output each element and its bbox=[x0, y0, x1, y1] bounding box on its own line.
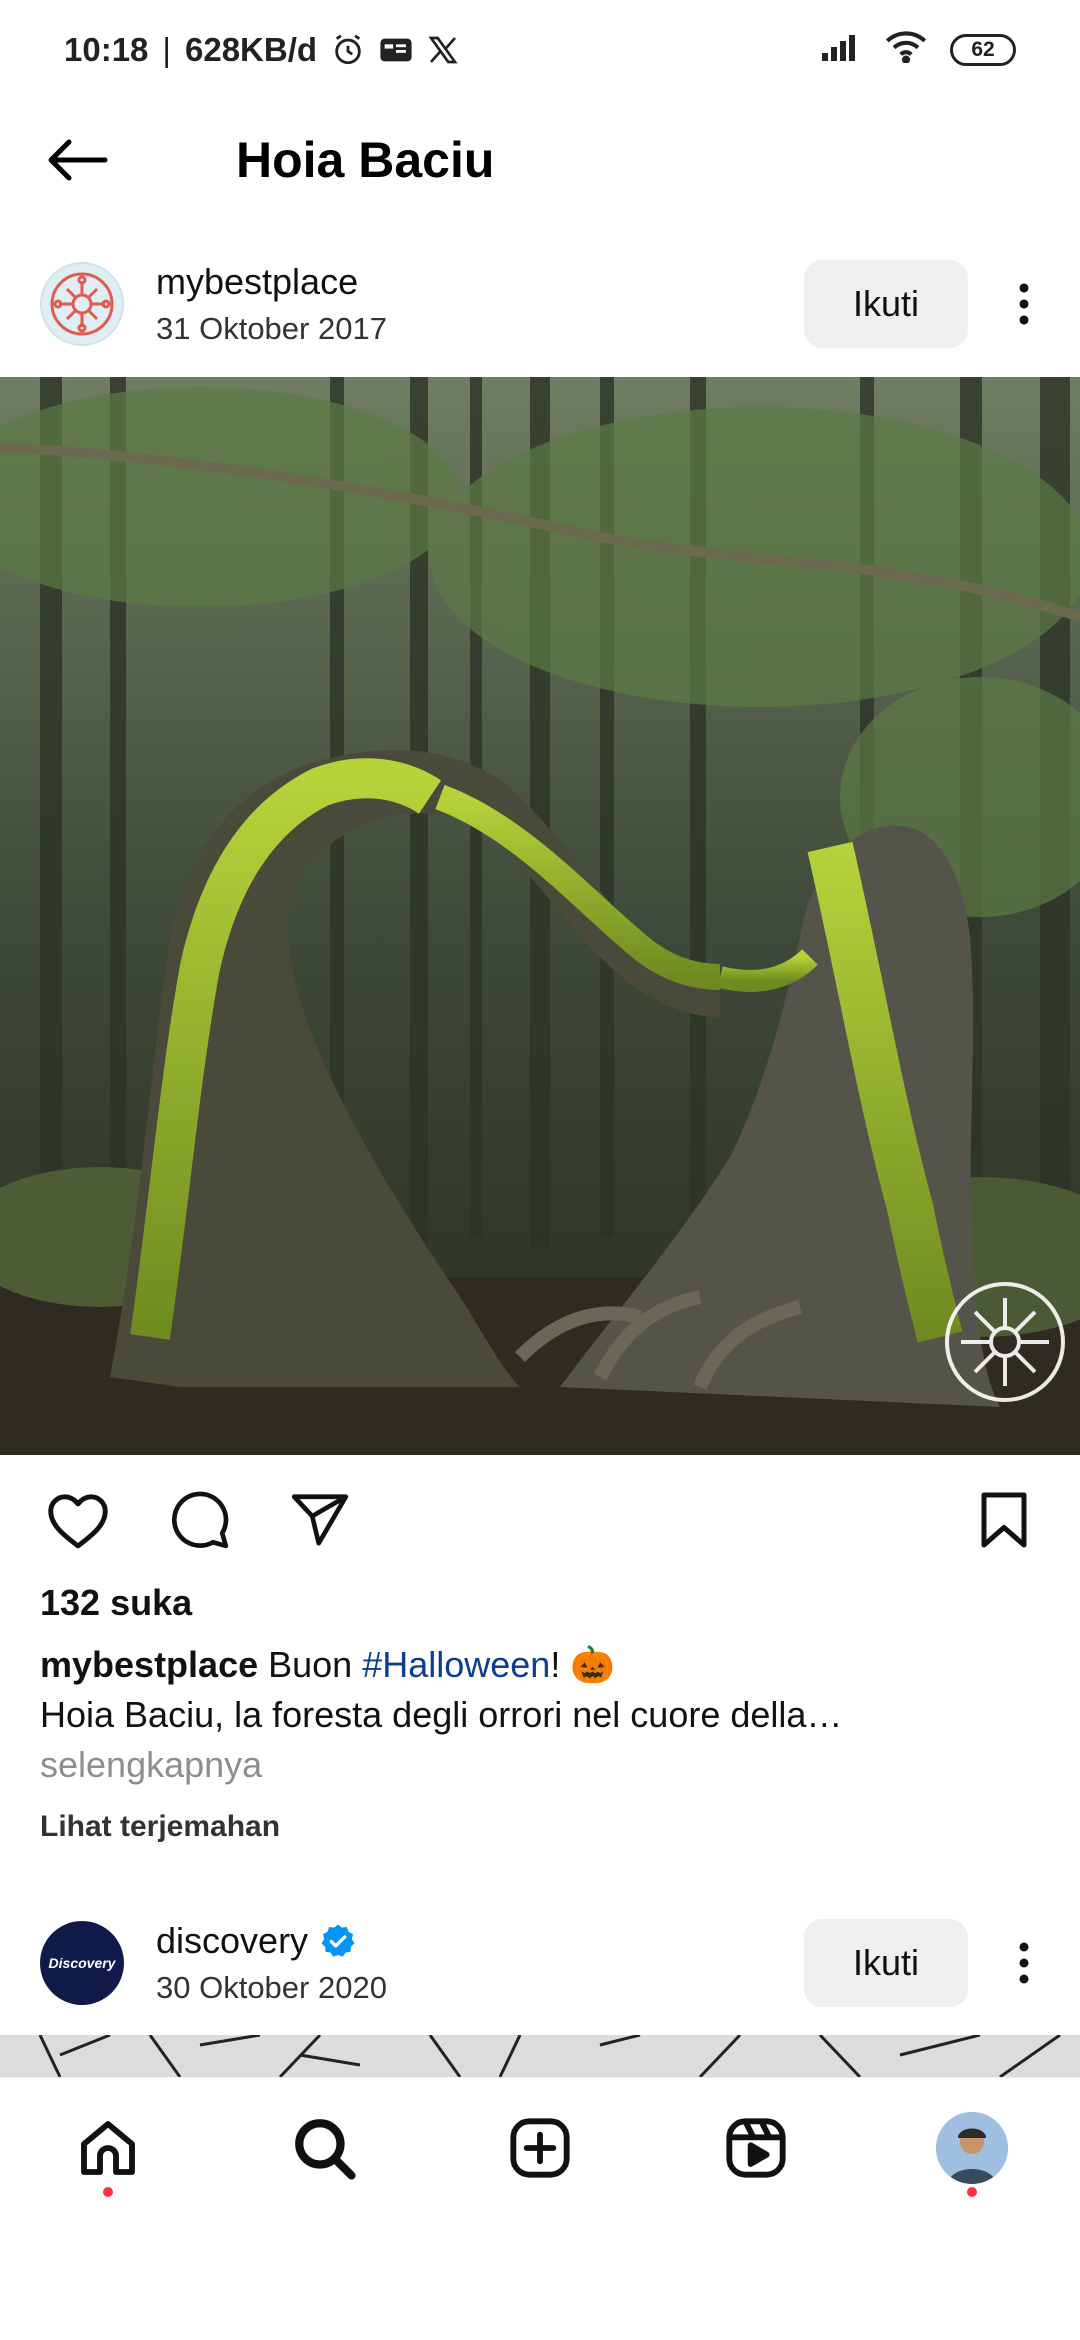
bottom-navigation bbox=[0, 2077, 1080, 2217]
see-translation-link[interactable]: Lihat terjemahan bbox=[40, 1810, 280, 1844]
see-more-link[interactable]: selengkapnya bbox=[40, 1740, 1040, 1790]
battery-indicator: 62 bbox=[950, 34, 1016, 66]
like-button[interactable] bbox=[38, 1480, 118, 1560]
discovery-logo-text: Discovery bbox=[48, 1955, 116, 1971]
caption-line-2: Hoia Baciu, la foresta degli orrori nel … bbox=[40, 1694, 843, 1735]
caption-line-1: mybestplace Buon #Halloween! 🎃 bbox=[40, 1640, 1040, 1690]
bookmark-icon bbox=[981, 1492, 1027, 1548]
comment-icon bbox=[171, 1491, 229, 1549]
share-button[interactable] bbox=[280, 1480, 360, 1560]
post-date: 31 Oktober 2017 bbox=[156, 311, 387, 346]
avatar[interactable]: Discovery bbox=[40, 1921, 124, 2005]
caption-text-post: ! 🎃 bbox=[550, 1644, 616, 1685]
username-text[interactable]: discovery bbox=[156, 1920, 308, 1962]
more-vertical-icon bbox=[1019, 1942, 1029, 1984]
signal-icon bbox=[822, 31, 862, 69]
post-image[interactable] bbox=[0, 377, 1080, 1455]
status-right: 62 bbox=[822, 29, 1016, 71]
post-date: 30 Oktober 2020 bbox=[156, 1970, 387, 2005]
reels-icon bbox=[726, 2117, 786, 2178]
follow-button[interactable]: Ikuti bbox=[804, 1919, 968, 2007]
post-username: discovery bbox=[156, 1920, 804, 1962]
nav-create[interactable] bbox=[485, 2093, 595, 2203]
post-meta: mybestplace 31 Oktober 2017 bbox=[156, 261, 804, 347]
plus-square-icon bbox=[510, 2117, 570, 2178]
arrow-left-icon bbox=[48, 139, 108, 181]
nav-reels[interactable] bbox=[701, 2093, 811, 2203]
username-text[interactable]: mybestplace bbox=[156, 261, 358, 303]
more-options-button[interactable] bbox=[1004, 1923, 1044, 2003]
like-count[interactable]: 132 suka bbox=[40, 1582, 192, 1624]
status-left: 10:18 | 628KB/d bbox=[64, 31, 459, 69]
home-icon bbox=[81, 2120, 135, 2175]
post-username[interactable]: mybestplace bbox=[156, 261, 804, 303]
hashtag-link[interactable]: #Halloween bbox=[362, 1644, 550, 1685]
alarm-icon bbox=[331, 33, 365, 67]
send-icon bbox=[291, 1494, 349, 1546]
nav-home[interactable] bbox=[53, 2093, 163, 2203]
avatar[interactable] bbox=[40, 262, 124, 346]
follow-button[interactable]: Ikuti bbox=[804, 260, 968, 348]
caption-text-pre: Buon bbox=[268, 1644, 363, 1685]
notification-dot bbox=[967, 2186, 977, 2197]
wifi-icon bbox=[884, 29, 928, 71]
mybestplace-logo-icon bbox=[50, 272, 114, 336]
comment-button[interactable] bbox=[160, 1480, 240, 1560]
caption-username[interactable]: mybestplace bbox=[40, 1644, 258, 1685]
nav-search[interactable] bbox=[269, 2093, 379, 2203]
x-logo-icon bbox=[427, 34, 459, 66]
net-speed: 628KB/d bbox=[184, 31, 318, 68]
post-meta: discovery 30 Oktober 2020 bbox=[156, 1920, 804, 2006]
bare-trees-photo bbox=[0, 2035, 1080, 2077]
verified-badge-icon bbox=[321, 1924, 355, 1957]
post-header-2: Discovery discovery 30 Oktober 2020 Ikut… bbox=[0, 1908, 1080, 2018]
profile-avatar bbox=[936, 2111, 1008, 2184]
post-caption: mybestplace Buon #Halloween! 🎃 Hoia Baci… bbox=[40, 1640, 1040, 1790]
post-header: mybestplace 31 Oktober 2017 Ikuti bbox=[0, 249, 1080, 359]
status-bar: 10:18 | 628KB/d 62 bbox=[0, 0, 1080, 100]
notification-dot bbox=[103, 2186, 113, 2197]
page-title: Hoia Baciu bbox=[236, 132, 495, 188]
back-button[interactable] bbox=[38, 121, 116, 199]
more-vertical-icon bbox=[1019, 283, 1029, 325]
post-actions bbox=[0, 1470, 1080, 1570]
forest-photo bbox=[0, 377, 1080, 1455]
save-button[interactable] bbox=[964, 1480, 1044, 1560]
heart-icon bbox=[48, 1494, 108, 1549]
nav-profile[interactable] bbox=[917, 2093, 1027, 2203]
status-divider: | bbox=[162, 31, 171, 68]
clock: 10:18 bbox=[64, 31, 149, 68]
post-image-2[interactable] bbox=[0, 2035, 1080, 2077]
more-options-button[interactable] bbox=[1004, 264, 1044, 344]
card-icon bbox=[379, 35, 413, 65]
search-icon bbox=[295, 2118, 356, 2180]
app-bar: Hoia Baciu bbox=[0, 110, 1080, 210]
